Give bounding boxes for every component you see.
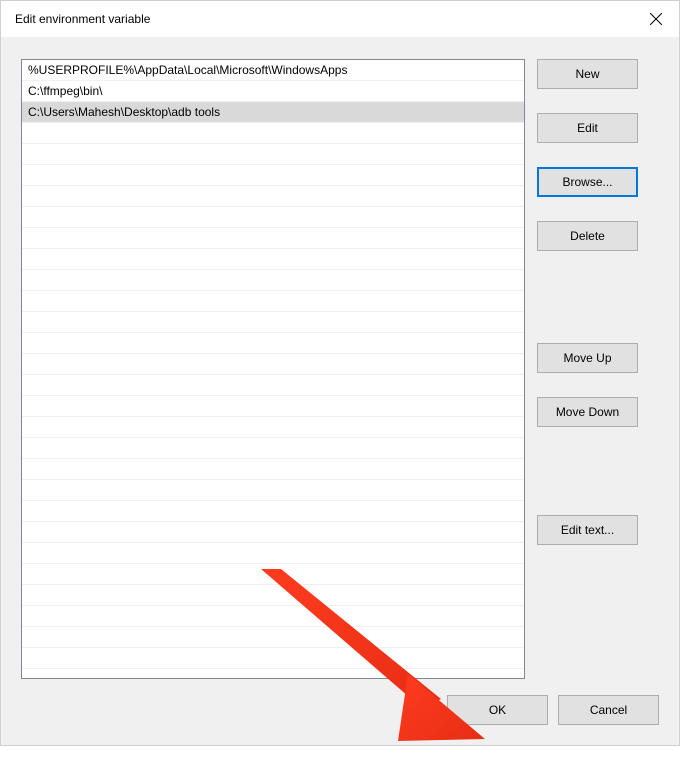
move-up-button[interactable]: Move Up bbox=[537, 343, 638, 373]
path-list-empty-row[interactable] bbox=[22, 648, 524, 669]
path-list-empty-row[interactable] bbox=[22, 522, 524, 543]
path-list-empty-row[interactable] bbox=[22, 627, 524, 648]
new-button[interactable]: New bbox=[537, 59, 638, 89]
path-list-empty-row[interactable] bbox=[22, 606, 524, 627]
edit-text-button[interactable]: Edit text... bbox=[537, 515, 638, 545]
path-list-empty-row[interactable] bbox=[22, 459, 524, 480]
bottom-buttons: OK Cancel bbox=[447, 695, 659, 725]
path-list-empty-row[interactable] bbox=[22, 417, 524, 438]
path-list-empty-row[interactable] bbox=[22, 396, 524, 417]
path-list-empty-row[interactable] bbox=[22, 564, 524, 585]
path-list-empty-row[interactable] bbox=[22, 585, 524, 606]
close-icon bbox=[650, 13, 662, 25]
cancel-button[interactable]: Cancel bbox=[558, 695, 659, 725]
path-list-empty-row[interactable] bbox=[22, 312, 524, 333]
delete-button[interactable]: Delete bbox=[537, 221, 638, 251]
browse-button[interactable]: Browse... bbox=[537, 167, 638, 197]
path-list-empty-row[interactable] bbox=[22, 480, 524, 501]
path-list-empty-row[interactable] bbox=[22, 144, 524, 165]
path-list-empty-row[interactable] bbox=[22, 123, 524, 144]
side-button-column: New Edit Browse... Delete Move Up Move D… bbox=[537, 59, 638, 679]
path-list-empty-row[interactable] bbox=[22, 438, 524, 459]
titlebar: Edit environment variable bbox=[1, 1, 679, 37]
path-list-empty-row[interactable] bbox=[22, 291, 524, 312]
path-list-empty-row[interactable] bbox=[22, 249, 524, 270]
path-list-empty-row[interactable] bbox=[22, 228, 524, 249]
path-list-empty-row[interactable] bbox=[22, 354, 524, 375]
window-title: Edit environment variable bbox=[15, 12, 150, 26]
path-list[interactable]: %USERPROFILE%\AppData\Local\Microsoft\Wi… bbox=[21, 59, 525, 679]
path-list-empty-row[interactable] bbox=[22, 375, 524, 396]
edit-button[interactable]: Edit bbox=[537, 113, 638, 143]
spacer bbox=[537, 451, 638, 515]
path-list-item[interactable]: %USERPROFILE%\AppData\Local\Microsoft\Wi… bbox=[22, 60, 524, 81]
main-area: %USERPROFILE%\AppData\Local\Microsoft\Wi… bbox=[21, 59, 659, 679]
path-list-item[interactable]: C:\Users\Mahesh\Desktop\adb tools bbox=[22, 102, 524, 123]
path-list-empty-row[interactable] bbox=[22, 333, 524, 354]
path-list-item[interactable]: C:\ffmpeg\bin\ bbox=[22, 81, 524, 102]
ok-button[interactable]: OK bbox=[447, 695, 548, 725]
close-button[interactable] bbox=[633, 3, 679, 35]
move-down-button[interactable]: Move Down bbox=[537, 397, 638, 427]
spacer bbox=[537, 275, 638, 343]
path-list-empty-row[interactable] bbox=[22, 186, 524, 207]
path-list-empty-row[interactable] bbox=[22, 270, 524, 291]
dialog-content: %USERPROFILE%\AppData\Local\Microsoft\Wi… bbox=[1, 37, 679, 745]
path-list-empty-row[interactable] bbox=[22, 207, 524, 228]
path-list-empty-row[interactable] bbox=[22, 501, 524, 522]
path-list-empty-row[interactable] bbox=[22, 543, 524, 564]
path-list-empty-row[interactable] bbox=[22, 165, 524, 186]
